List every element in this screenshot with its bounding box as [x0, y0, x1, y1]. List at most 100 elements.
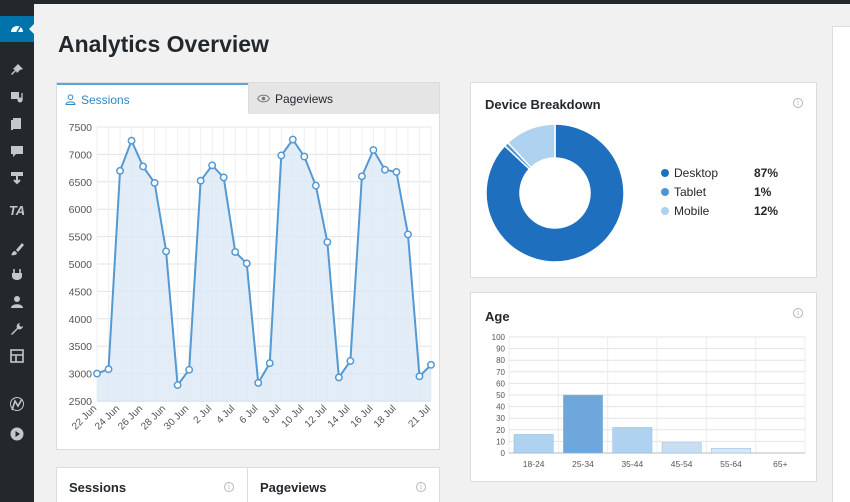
user-icon — [65, 94, 76, 105]
sidebar-item-brush[interactable] — [0, 236, 34, 262]
right-edge-panel — [832, 26, 850, 502]
x-tick-label: 45-54 — [671, 459, 693, 469]
sidebar-item-download[interactable] — [0, 165, 34, 191]
text-logo-icon: TA — [8, 202, 26, 218]
bar-45-54 — [661, 442, 702, 454]
brush-icon — [9, 241, 25, 257]
x-tick-label: 30 Jun — [162, 403, 191, 432]
analytics-icon — [9, 396, 25, 412]
admin-top-bar — [0, 0, 850, 4]
layout-icon — [9, 348, 25, 364]
y-tick-label: 90 — [496, 345, 505, 354]
y-tick-label: 70 — [496, 368, 505, 377]
data-point — [392, 167, 401, 176]
pages-icon — [9, 116, 25, 132]
sidebar-item-plugin[interactable] — [0, 262, 34, 288]
data-point — [219, 173, 228, 182]
x-tick-label: 14 Jul — [326, 403, 353, 430]
y-tick-label: 0 — [501, 449, 506, 458]
y-tick-label: 3000 — [69, 369, 93, 381]
data-point — [93, 369, 101, 378]
sidebar-item-play[interactable] — [0, 421, 34, 447]
x-tick-label: 2 Jul — [192, 403, 215, 426]
y-tick-label: 6500 — [69, 177, 93, 189]
data-point — [427, 360, 435, 369]
data-point — [369, 146, 378, 154]
y-tick-label: 50 — [496, 391, 505, 400]
legend-swatch — [661, 168, 669, 177]
y-tick-label: 30 — [496, 414, 505, 423]
x-tick-label: 65+ — [773, 459, 787, 469]
bar-55-64 — [711, 448, 751, 454]
info-icon[interactable]: i — [793, 98, 803, 108]
legend-item-tablet: Tablet 1% — [661, 182, 778, 201]
y-tick-label: 6000 — [69, 204, 93, 216]
sidebar-item-comments[interactable] — [0, 138, 34, 164]
info-icon[interactable]: i — [416, 482, 426, 492]
y-tick-label: 7000 — [69, 149, 93, 161]
tab-sessions[interactable]: Sessions — [57, 83, 248, 114]
users-icon — [9, 294, 25, 310]
sessions-line-chart: 2500300035004000450050005500600065007000… — [69, 122, 435, 432]
pageviews-tile-title: Pageviews — [260, 480, 327, 495]
data-point — [173, 381, 182, 390]
data-point — [346, 357, 355, 365]
sidebar-item-media[interactable] — [0, 84, 34, 110]
device-donut-chart — [485, 123, 625, 263]
download-icon — [9, 170, 25, 186]
x-tick-label: 16 Jul — [349, 403, 376, 430]
legend-swatch — [661, 187, 669, 196]
device-breakdown-title: Device Breakdown — [485, 97, 601, 112]
sidebar-item-pin[interactable] — [0, 57, 34, 83]
data-point — [254, 378, 263, 387]
y-tick-label: 60 — [496, 379, 505, 388]
legend-value: 1% — [754, 184, 772, 199]
legend-item-mobile: Mobile 12% — [661, 201, 778, 220]
sidebar-item-text-logo[interactable]: TA — [0, 197, 34, 223]
y-tick-label: 7500 — [69, 122, 93, 134]
x-tick-label: 12 Jul — [303, 403, 330, 430]
legend-value: 12% — [754, 203, 779, 218]
page-title: Analytics Overview — [58, 31, 269, 57]
sidebar-item-layout[interactable] — [0, 343, 34, 369]
sidebar-item-wrench[interactable] — [0, 316, 34, 342]
y-tick-label: 3500 — [69, 341, 93, 353]
legend-value: 87% — [754, 165, 779, 180]
plugin-icon — [9, 267, 25, 283]
data-point — [116, 166, 124, 175]
tab-sessions-label: Sessions — [81, 92, 130, 107]
data-point — [334, 373, 343, 382]
data-point — [242, 259, 251, 268]
sessions-tile-title: Sessions — [69, 480, 127, 495]
data-point — [277, 151, 286, 160]
sidebar-item-dashboard[interactable] — [0, 16, 34, 42]
bar-18-24 — [513, 434, 554, 454]
sidebar-item-analytics[interactable] — [0, 391, 34, 417]
bar-25-34 — [563, 394, 603, 454]
tab-pageviews[interactable]: Pageviews — [248, 83, 439, 114]
traffic-chart-panel: Sessions Pageviews 2500 3000 3500 4000 4500 5… — [56, 82, 440, 450]
x-tick-label: 35-44 — [621, 459, 643, 469]
eye-icon — [257, 94, 270, 103]
device-breakdown-panel: Device Breakdown i Desktop 87% Tablet 1%… — [470, 82, 817, 278]
data-point — [300, 152, 309, 161]
info-icon[interactable]: i — [793, 308, 803, 318]
data-point — [127, 136, 136, 145]
data-point — [288, 135, 297, 144]
data-point — [104, 365, 113, 374]
legend-label: Desktop — [674, 165, 719, 180]
sidebar-item-users[interactable] — [0, 289, 34, 315]
age-panel: Age i 0 10 20 30 40 50 60 70 80 90 100 18-24 25-34 35… — [470, 292, 817, 482]
sessions-tile: Sessions i — [56, 467, 248, 502]
device-legend: Desktop 87% Tablet 1% Mobile 12% — [661, 163, 778, 220]
data-point — [139, 162, 148, 171]
admin-sidebar: TA — [0, 4, 34, 502]
bar-35-44 — [612, 427, 653, 454]
info-icon[interactable]: i — [224, 482, 234, 492]
y-tick-label: 4500 — [69, 286, 93, 298]
x-tick-label: 55-64 — [720, 459, 742, 469]
wrench-icon — [9, 321, 25, 337]
x-tick-label: 28 Jun — [139, 403, 168, 432]
y-tick-label: 100 — [492, 333, 506, 342]
sidebar-item-pages[interactable] — [0, 111, 34, 137]
